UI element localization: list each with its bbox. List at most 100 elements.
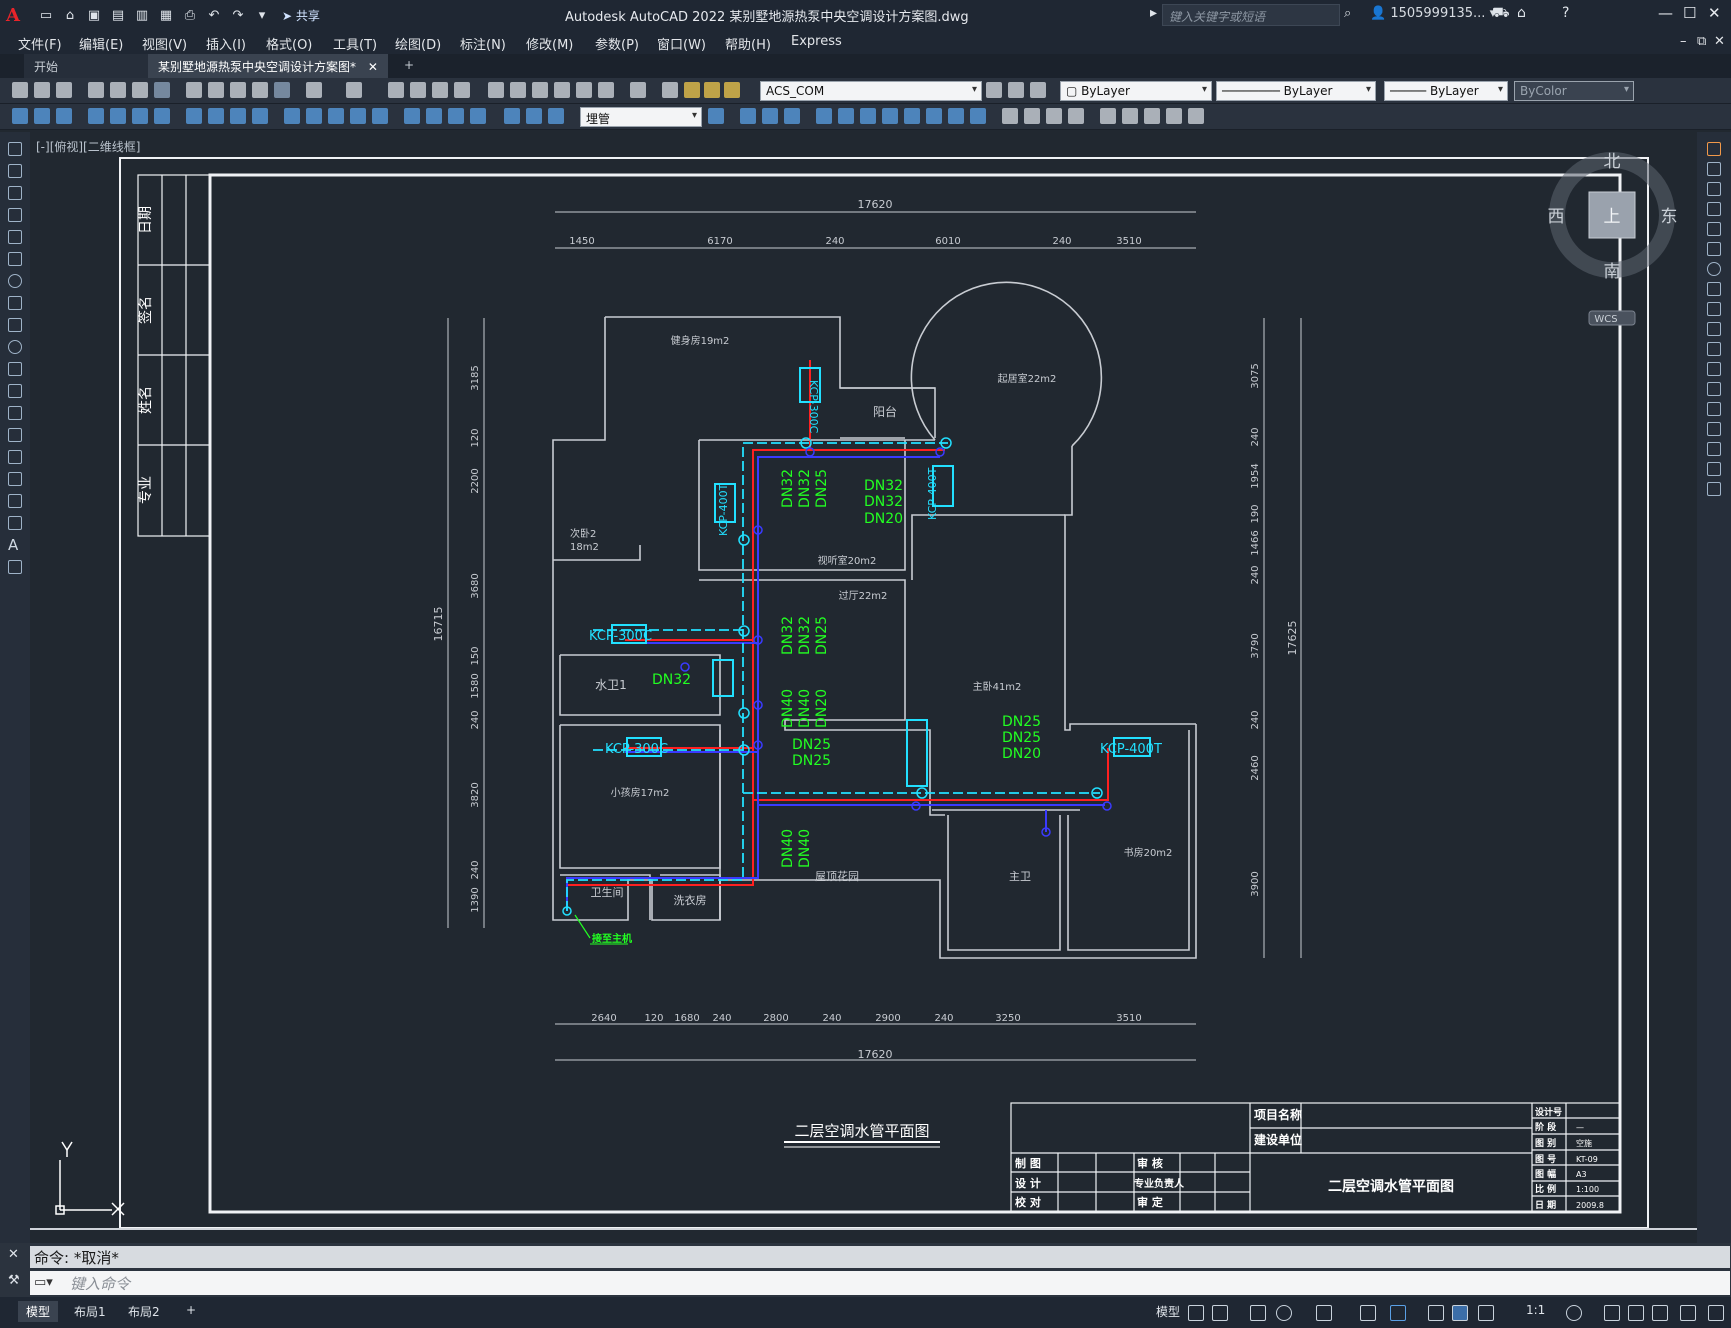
osnap-tracking-icon[interactable] — [1390, 1305, 1406, 1321]
dim-bottom-value: 120 — [644, 1013, 663, 1024]
dim-left-value: 3185 — [470, 365, 481, 390]
isodraft-icon[interactable] — [1316, 1305, 1332, 1321]
tb-project-name: 项目名称 — [1254, 1107, 1302, 1122]
annotation-scale[interactable]: 1:1 — [1518, 1301, 1553, 1319]
sign-label-discipline: 专业 — [138, 476, 154, 504]
tb-build-unit: 建设单位 — [1253, 1132, 1302, 1147]
pipe-size-label: DN20 — [814, 689, 830, 728]
unit-label: KCP-300C — [589, 629, 652, 644]
isolate-icon[interactable] — [1628, 1305, 1644, 1321]
grid-icon[interactable] — [1188, 1305, 1204, 1321]
unit-label: KCP-300C — [605, 742, 668, 757]
dim-top-value: 6010 — [935, 236, 960, 247]
viewcube-south[interactable]: 南 — [1604, 262, 1621, 282]
dim-bottom-value: 240 — [822, 1013, 841, 1024]
viewcube-top[interactable]: 上 — [1604, 207, 1621, 227]
command-input[interactable]: 键入命令 — [30, 1271, 1730, 1295]
room-label: 18m2 — [570, 542, 599, 553]
unit-label: KCP-400T — [1100, 742, 1162, 757]
viewcube-west[interactable]: 西 — [1548, 207, 1565, 227]
tb-role: 制 图 — [1015, 1156, 1041, 1170]
ortho-icon[interactable] — [1250, 1305, 1266, 1321]
dim-bottom-value: 240 — [712, 1013, 731, 1024]
gear-icon[interactable] — [1566, 1305, 1582, 1321]
model-space-toggle[interactable]: 模型 — [1148, 1301, 1188, 1322]
annotation-icon[interactable] — [1452, 1305, 1468, 1321]
dim-right-value: 2460 — [1250, 755, 1261, 780]
tb-key: 日 期 — [1535, 1199, 1556, 1211]
drawing-canvas[interactable]: 日期 签名 姓名 专业 17620 17620 16715 17625 1450… — [0, 0, 1731, 1328]
customize-icon[interactable] — [1708, 1305, 1724, 1321]
dim-left-value: 3680 — [470, 573, 481, 598]
hardware-accel-icon[interactable] — [1652, 1305, 1668, 1321]
tb-approval: 专业负责人 — [1134, 1177, 1185, 1190]
tab-layout2[interactable]: 布局2 — [120, 1301, 168, 1322]
dim-top-total: 17620 — [858, 198, 893, 211]
dimension-lines — [447, 211, 1302, 1061]
pipe-size-labels: DN32 DN32 DN25DN32 DN32 DN25DN40 DN40 DN20DN40… — [780, 469, 1041, 868]
dim-bottom-value: 2800 — [763, 1013, 788, 1024]
dim-right-value: 3790 — [1250, 633, 1261, 658]
lineweight-toggle-icon[interactable] — [1428, 1305, 1444, 1321]
dim-right-value: 1954 — [1250, 463, 1261, 488]
pipe-size-label: DN25 — [814, 616, 830, 655]
pipe-size-label: DN32 — [780, 469, 796, 508]
dim-right-value: 240 — [1250, 427, 1261, 446]
snap-icon[interactable] — [1212, 1305, 1228, 1321]
tb-value: 空施 — [1576, 1138, 1592, 1148]
pipe-size-label: DN20 — [1002, 746, 1041, 762]
tb-key: 设计号 — [1535, 1106, 1562, 1118]
riser-note: 接至主机 — [592, 932, 632, 945]
dim-left-total: 16715 — [432, 607, 445, 642]
room-label: 过厅22m2 — [839, 589, 888, 602]
unit-label: KCP-300C — [807, 380, 820, 434]
add-layout-icon[interactable]: + — [178, 1301, 204, 1319]
paper-outer-frame — [119, 157, 1649, 1229]
tab-model[interactable]: 模型 — [18, 1301, 59, 1322]
dim-top-value: 1450 — [569, 236, 594, 247]
object-snap-icon[interactable] — [1360, 1305, 1376, 1321]
dim-bottom-value: 3510 — [1116, 1013, 1141, 1024]
tb-drawing-name: 二层空调水管平面图 — [1328, 1178, 1454, 1195]
tab-layout1[interactable]: 布局1 — [66, 1301, 114, 1322]
command-recent-icon[interactable]: ▭▾ — [34, 1275, 53, 1290]
condensate-pipes — [566, 442, 1100, 911]
room-label: 阳台 — [873, 404, 897, 419]
pipe-size-label: DN32 — [797, 469, 813, 508]
tb-key: 比 例 — [1535, 1183, 1556, 1195]
pipe-size-label: DN40 — [797, 689, 813, 728]
clean-screen-icon[interactable] — [1680, 1305, 1696, 1321]
room-label: 卫生间 — [591, 885, 624, 899]
wcs-menu[interactable]: WCS — [1594, 314, 1617, 325]
dim-right-value: 3075 — [1250, 363, 1261, 388]
viewcube-east[interactable]: 东 — [1661, 207, 1678, 227]
pipe-size-label: DN20 — [864, 511, 903, 527]
pipe-size-label: DN32 — [797, 616, 813, 655]
dim-top-value: 6170 — [707, 236, 732, 247]
dim-bottom-value: 3250 — [995, 1013, 1020, 1024]
room-label: 水卫1 — [595, 678, 627, 692]
plan-title: 二层空调水管平面图 — [794, 1122, 929, 1140]
pipe-nodes — [562, 437, 1103, 916]
wrench-icon[interactable]: ⚒ — [8, 1273, 20, 1288]
viewcube-north[interactable]: 北 — [1604, 152, 1621, 172]
tb-value: 2009.8 — [1576, 1201, 1604, 1210]
room-label: 视听室20m2 — [818, 554, 877, 567]
dim-bottom-value: 1680 — [674, 1013, 699, 1024]
tb-value: — — [1576, 1123, 1584, 1132]
dim-right-value: 190 — [1250, 504, 1261, 523]
status-bar: 模型 布局1 布局2 + 模型 1:1 — [0, 1297, 1731, 1328]
autoscale-icon[interactable] — [1478, 1305, 1494, 1321]
pipe-size-label: DN25 — [792, 737, 831, 753]
dim-top-value: 240 — [825, 236, 844, 247]
room-label: 主卫 — [1009, 870, 1031, 883]
dim-right-value: 240 — [1250, 710, 1261, 729]
close-command-icon[interactable]: ✕ — [8, 1247, 19, 1262]
tb-approval: 审 定 — [1137, 1195, 1163, 1209]
plus-icon[interactable] — [1604, 1305, 1620, 1321]
polar-icon[interactable] — [1276, 1305, 1292, 1321]
unit-label: KCP-400T — [926, 467, 939, 520]
pipe-size-label: DN25 — [1002, 714, 1041, 730]
viewcube[interactable] — [1549, 152, 1675, 326]
dims-left-group: 3185 120 2200 3680 150 1580 240 3820 240 1390 — [470, 365, 481, 912]
